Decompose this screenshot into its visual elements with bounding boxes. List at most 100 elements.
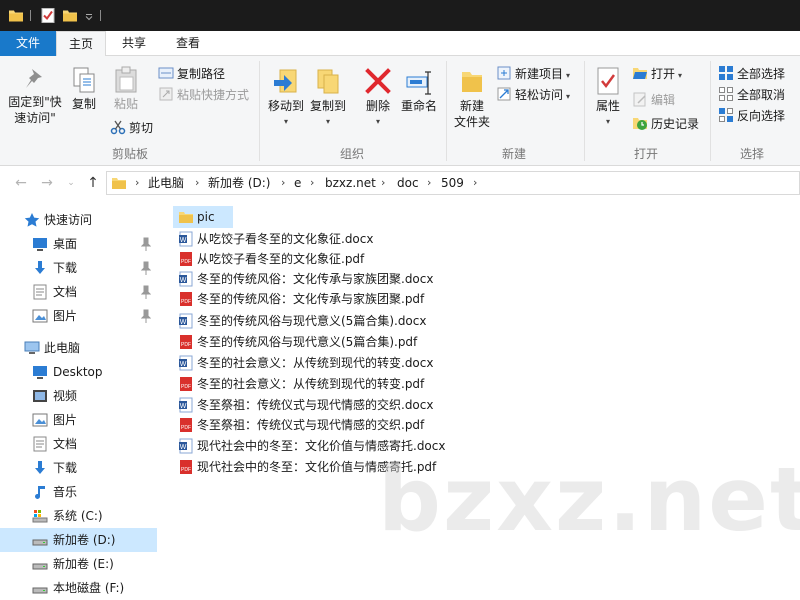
folder-icon[interactable] bbox=[8, 7, 24, 24]
forward-arrow-icon[interactable]: → bbox=[38, 174, 56, 192]
move-to-button[interactable]: 移动到 ▾ bbox=[264, 66, 308, 130]
nav-label: 系统 (C:) bbox=[53, 509, 103, 523]
address-bar[interactable]: › 此电脑 › 新加卷 (D:) › e › bzxz.net › doc › … bbox=[106, 171, 800, 195]
nav-documents[interactable]: 文档 bbox=[0, 432, 157, 456]
tab-view[interactable]: 查看 bbox=[162, 31, 214, 56]
copy-to-button[interactable]: 复制到 ▾ bbox=[306, 66, 350, 130]
properties-check-icon[interactable] bbox=[40, 7, 56, 24]
nav-pictures[interactable]: 图片 bbox=[0, 408, 157, 432]
breadcrumb-this-pc[interactable]: 此电脑 bbox=[148, 175, 184, 191]
nav-downloads-pinned[interactable]: 下载 bbox=[0, 256, 157, 280]
recent-locations-icon[interactable]: ⌄ bbox=[62, 174, 80, 192]
nav-downloads[interactable]: 下载 bbox=[0, 456, 157, 480]
easy-access-button[interactable]: 轻松访问 ▾ bbox=[496, 85, 570, 105]
nav-videos[interactable]: 视频 bbox=[0, 384, 157, 408]
cut-button[interactable]: 剪切 bbox=[110, 118, 153, 138]
nav-drive-f[interactable]: 本地磁盘 (F:) bbox=[0, 576, 157, 600]
pin-icon[interactable] bbox=[141, 237, 151, 251]
new-item-icon bbox=[497, 66, 511, 80]
folder-icon bbox=[179, 212, 193, 223]
group-divider bbox=[584, 61, 585, 161]
pin-icon[interactable] bbox=[141, 309, 151, 323]
up-arrow-icon[interactable]: ↑ bbox=[84, 174, 102, 192]
svg-text:W: W bbox=[180, 444, 187, 451]
ribbon: 固定到"快 速访问" 复制 粘贴 复制路径 粘贴快捷方式 剪切 剪贴板 移动到 … bbox=[0, 56, 800, 166]
nav-desktop-pinned[interactable]: 桌面 bbox=[0, 232, 157, 256]
svg-text:W: W bbox=[180, 319, 187, 326]
delete-label: 删除 bbox=[365, 99, 390, 113]
nav-label: 图片 bbox=[53, 413, 78, 427]
nav-this-pc[interactable]: 此电脑 bbox=[0, 336, 157, 360]
pictures-icon bbox=[32, 309, 48, 323]
invert-selection-button[interactable]: 反向选择 bbox=[718, 106, 785, 126]
nav-pictures-pinned[interactable]: 图片 bbox=[0, 304, 157, 328]
history-button[interactable]: 历史记录 bbox=[632, 114, 699, 134]
watermark: bzxz.net bbox=[378, 448, 800, 551]
breadcrumb-chevron-icon: › bbox=[427, 176, 432, 189]
svg-text:W: W bbox=[180, 277, 187, 284]
new-folder-button[interactable]: 新建 文件夹 bbox=[450, 66, 494, 130]
back-arrow-icon[interactable]: ← bbox=[12, 174, 30, 192]
paste-button[interactable]: 粘贴 bbox=[106, 66, 146, 112]
clipboard-group-label: 剪贴板 bbox=[111, 147, 148, 161]
breadcrumb-e[interactable]: e bbox=[294, 175, 301, 191]
paste-shortcut-button[interactable]: 粘贴快捷方式 bbox=[158, 85, 249, 105]
tab-share[interactable]: 共享 bbox=[110, 31, 158, 56]
nav-label: 此电脑 bbox=[44, 341, 81, 355]
document-icon bbox=[33, 436, 47, 452]
breadcrumb-drive-d[interactable]: 新加卷 (D:) bbox=[208, 175, 270, 191]
nav-music[interactable]: 音乐 bbox=[0, 480, 157, 504]
nav-documents-pinned[interactable]: 文档 bbox=[0, 280, 157, 304]
easy-access-icon bbox=[497, 87, 511, 101]
delete-button[interactable]: 删除 ▾ bbox=[360, 66, 396, 130]
select-all-button[interactable]: 全部选择 bbox=[718, 64, 785, 84]
tab-file[interactable]: 文件 bbox=[0, 31, 56, 56]
new-item-button[interactable]: 新建项目 ▾ bbox=[496, 64, 570, 84]
nav-quick-access[interactable]: 快速访问 bbox=[0, 208, 157, 232]
copy-button[interactable]: 复制 bbox=[66, 66, 102, 112]
new-folder-icon[interactable] bbox=[62, 7, 78, 24]
select-none-button[interactable]: 全部取消 bbox=[718, 85, 785, 105]
pin-to-quick-access-button[interactable]: 固定到"快 速访问" bbox=[4, 66, 66, 126]
paste-label: 粘贴 bbox=[113, 97, 138, 111]
paste-shortcut-label: 粘贴快捷方式 bbox=[177, 88, 250, 102]
navigation-bar: ← → ⌄ ↑ › 此电脑 › 新加卷 (D:) › e › bzxz.net … bbox=[0, 166, 800, 200]
pin-icon[interactable] bbox=[141, 261, 151, 275]
navigation-pane: 快速访问 桌面 下载 文档 图片 此电脑 Desktop 视频 图片 文档 下载… bbox=[0, 200, 157, 600]
pdf-document-icon: PDF bbox=[180, 292, 192, 306]
open-group-label: 打开 bbox=[633, 147, 658, 161]
breadcrumb-bzxz[interactable]: bzxz.net bbox=[325, 175, 376, 191]
customize-dropdown-icon[interactable] bbox=[84, 7, 94, 24]
nav-drive-d[interactable]: 新加卷 (D:) bbox=[0, 528, 157, 552]
delete-dropdown-icon: ▾ bbox=[375, 117, 380, 126]
tab-home[interactable]: 主页 bbox=[56, 31, 106, 57]
history-icon bbox=[633, 118, 647, 130]
nav-desktop[interactable]: Desktop bbox=[0, 360, 157, 384]
rename-button[interactable]: 重命名 bbox=[398, 66, 440, 114]
nav-drive-c[interactable]: 系统 (C:) bbox=[0, 504, 157, 528]
svg-text:W: W bbox=[180, 237, 187, 244]
breadcrumb-chevron-icon: › bbox=[135, 176, 140, 189]
file-name: 冬至的传统风俗与现代意义(5篇合集).docx bbox=[197, 314, 427, 328]
pdf-document-icon: PDF bbox=[180, 377, 192, 391]
breadcrumb-chevron-icon: › bbox=[473, 176, 478, 189]
computer-icon bbox=[24, 341, 40, 354]
copy-path-button[interactable]: 复制路径 bbox=[158, 64, 225, 84]
open-button[interactable]: 打开 ▾ bbox=[632, 64, 682, 84]
properties-button[interactable]: 属性 ▾ bbox=[588, 66, 628, 130]
word-document-icon: W bbox=[179, 355, 193, 371]
select-all-label: 全部选择 bbox=[737, 67, 786, 81]
edit-button[interactable]: 编辑 bbox=[632, 90, 675, 110]
breadcrumb-509[interactable]: 509 bbox=[441, 175, 464, 191]
pin-icon[interactable] bbox=[141, 285, 151, 299]
svg-text:W: W bbox=[180, 361, 187, 368]
easy-access-dropdown-icon: ▾ bbox=[566, 92, 571, 101]
nav-drive-e[interactable]: 新加卷 (E:) bbox=[0, 552, 157, 576]
select-none-label: 全部取消 bbox=[737, 88, 786, 102]
pictures-icon bbox=[32, 413, 48, 427]
nav-label: 图片 bbox=[53, 309, 78, 323]
breadcrumb-doc[interactable]: doc bbox=[397, 175, 419, 191]
invert-selection-icon bbox=[719, 108, 733, 122]
edit-icon bbox=[633, 92, 646, 107]
list-item-folder[interactable]: pic bbox=[173, 206, 233, 228]
